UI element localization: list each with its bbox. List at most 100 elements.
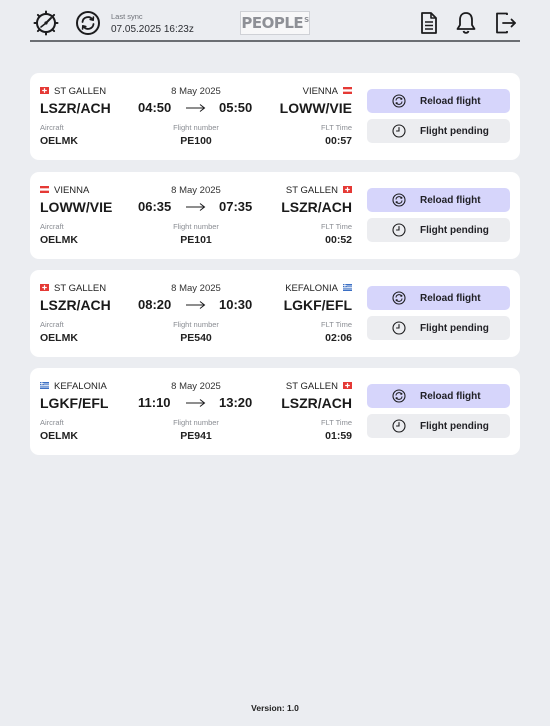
flight-pending-label: Flight pending (420, 322, 489, 334)
reload-flight-label: Reload flight (420, 194, 481, 206)
flight-card: KEFALONIA 8 May 2025 ST GALLEN LGKF/EFL … (30, 368, 520, 455)
arrival-flag-icon (343, 382, 352, 389)
departure-code: LOWW/VIE (40, 199, 113, 215)
flight-card: VIENNA 8 May 2025 ST GALLEN LOWW/VIE 06:… (30, 172, 520, 259)
flight-number-label: Flight number (173, 418, 219, 427)
flight-number-label: Flight number (173, 222, 219, 231)
reload-flight-button[interactable]: Reload flight (367, 384, 510, 408)
flight-date: 8 May 2025 (171, 185, 221, 196)
departure-flag-icon (40, 186, 49, 193)
arrow-right-icon (186, 103, 206, 113)
clock-icon (392, 321, 406, 335)
clock-icon (392, 419, 406, 433)
reload-icon (392, 94, 406, 108)
flight-pending-button[interactable]: Flight pending (367, 119, 510, 143)
reload-flight-button[interactable]: Reload flight (367, 89, 510, 113)
flight-number-value: PE941 (180, 430, 212, 442)
arrival-code: LSZR/ACH (281, 395, 352, 411)
arrival-flag-icon (343, 284, 352, 291)
arrival-time: 05:50 (219, 100, 253, 115)
logout-icon[interactable] (493, 10, 519, 36)
flt-time-label: FLT Time (321, 222, 352, 231)
flt-time-label: FLT Time (321, 123, 352, 132)
dashboard-gauge-icon[interactable] (33, 10, 59, 36)
arrow-right-icon (186, 398, 206, 408)
reload-flight-label: Reload flight (420, 292, 481, 304)
document-icon[interactable] (416, 10, 442, 36)
flight-pending-button[interactable]: Flight pending (367, 316, 510, 340)
flt-time-value: 01:59 (325, 430, 352, 442)
aircraft-label: Aircraft (40, 123, 64, 132)
sync-icon[interactable] (75, 10, 101, 36)
flight-card: ST GALLEN 8 May 2025 KEFALONIA LSZR/ACH … (30, 270, 520, 357)
arrival-code: LGKF/EFL (283, 297, 352, 313)
arrival-time: 13:20 (219, 395, 253, 410)
logo-sup: S (304, 16, 309, 24)
version-label: Version: 1.0 (251, 703, 299, 713)
flight-pending-button[interactable]: Flight pending (367, 414, 510, 438)
flight-card: ST GALLEN 8 May 2025 VIENNA LSZR/ACH 04:… (30, 73, 520, 160)
reload-flight-button[interactable]: Reload flight (367, 188, 510, 212)
departure-flag-icon (40, 87, 49, 94)
departure-time: 08:20 (138, 297, 172, 312)
flight-number-value: PE100 (180, 135, 212, 147)
departure-city: KEFALONIA (54, 381, 107, 392)
aircraft-label: Aircraft (40, 222, 64, 231)
arrival-code: LOWW/VIE (279, 100, 352, 116)
arrival-city: ST GALLEN (285, 185, 338, 196)
bell-icon[interactable] (453, 10, 479, 36)
departure-city: VIENNA (54, 185, 90, 196)
reload-icon (392, 291, 406, 305)
reload-flight-label: Reload flight (420, 390, 481, 402)
flight-pending-label: Flight pending (420, 420, 489, 432)
arrival-flag-icon (343, 87, 352, 94)
flt-time-label: FLT Time (321, 418, 352, 427)
departure-time: 06:35 (138, 199, 172, 214)
departure-city: ST GALLEN (54, 283, 107, 294)
arrival-code: LSZR/ACH (281, 199, 352, 215)
departure-code: LSZR/ACH (40, 100, 111, 116)
departure-time: 04:50 (138, 100, 172, 115)
reload-flight-button[interactable]: Reload flight (367, 286, 510, 310)
departure-flag-icon (40, 284, 49, 291)
aircraft-label: Aircraft (40, 320, 64, 329)
aircraft-value: OELMK (40, 135, 78, 147)
arrival-time: 10:30 (219, 297, 253, 312)
aircraft-value: OELMK (40, 332, 78, 344)
arrival-city: VIENNA (302, 86, 338, 97)
flight-date: 8 May 2025 (171, 381, 221, 392)
flt-time-value: 00:52 (325, 234, 352, 246)
departure-city: ST GALLEN (54, 86, 107, 97)
flight-number-label: Flight number (173, 320, 219, 329)
reload-icon (392, 389, 406, 403)
arrival-flag-icon (343, 186, 352, 193)
flt-time-value: 00:57 (325, 135, 352, 147)
flt-time-label: FLT Time (321, 320, 352, 329)
people-logo: PEOPLE S (240, 11, 310, 35)
flt-time-value: 02:06 (325, 332, 352, 344)
departure-time: 11:10 (138, 395, 171, 410)
clock-icon (392, 124, 406, 138)
top-bar: Last sync 07.05.2025 16:23z PEOPLE S (30, 0, 520, 42)
arrow-right-icon (186, 300, 206, 310)
arrival-time: 07:35 (219, 199, 253, 214)
reload-flight-label: Reload flight (420, 95, 481, 107)
flight-number-value: PE540 (180, 332, 212, 344)
flight-date: 8 May 2025 (171, 86, 221, 97)
last-sync: Last sync 07.05.2025 16:23z (111, 12, 194, 35)
arrival-city: KEFALONIA (285, 283, 338, 294)
aircraft-value: OELMK (40, 234, 78, 246)
flight-pending-button[interactable]: Flight pending (367, 218, 510, 242)
departure-code: LSZR/ACH (40, 297, 111, 313)
aircraft-label: Aircraft (40, 418, 64, 427)
last-sync-value: 07.05.2025 16:23z (111, 24, 194, 35)
arrival-city: ST GALLEN (285, 381, 338, 392)
departure-code: LGKF/EFL (40, 395, 109, 411)
flight-number-label: Flight number (173, 123, 219, 132)
flight-pending-label: Flight pending (420, 125, 489, 137)
clock-icon (392, 223, 406, 237)
flight-pending-label: Flight pending (420, 224, 489, 236)
logo-text: PEOPLE (241, 14, 304, 32)
reload-icon (392, 193, 406, 207)
last-sync-label: Last sync (111, 12, 143, 21)
